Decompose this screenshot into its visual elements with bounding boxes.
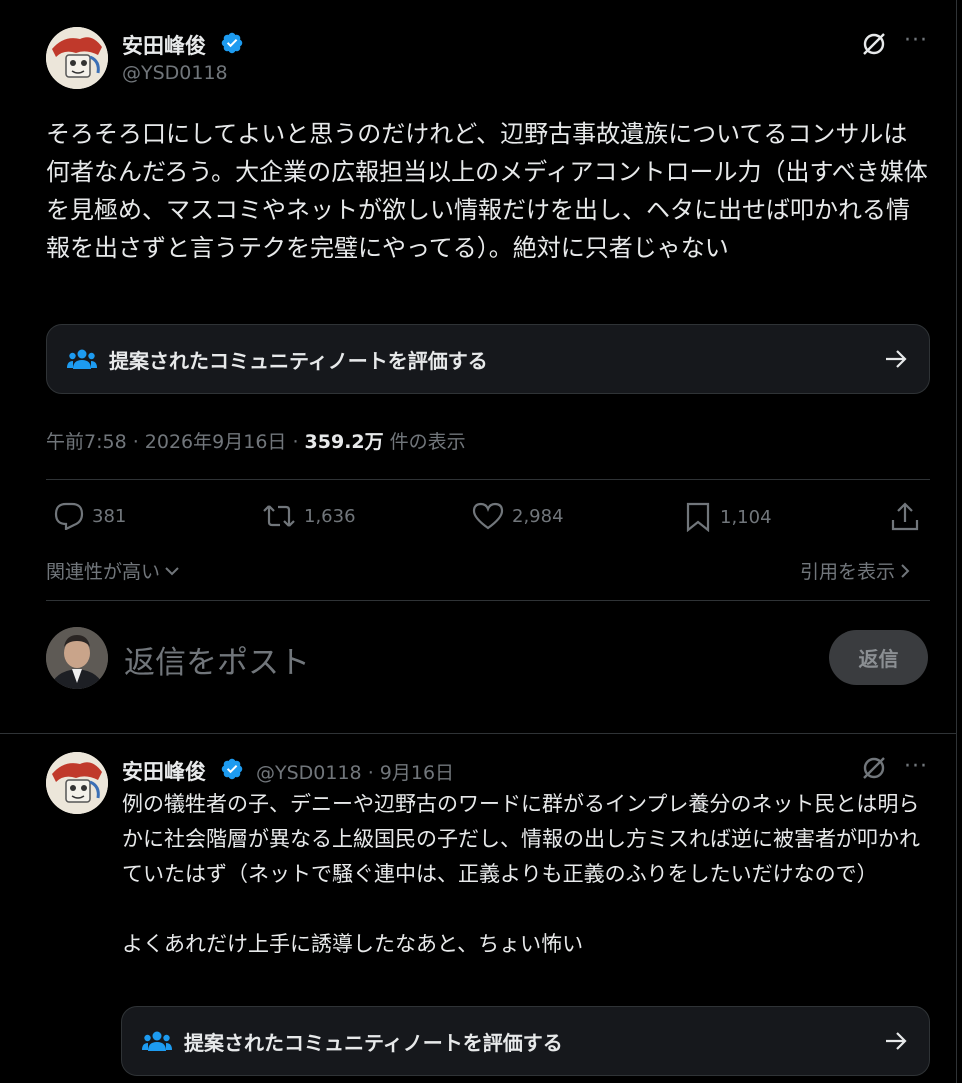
reply-author-name[interactable]: 安田峰俊 bbox=[122, 756, 206, 786]
arrow-right-icon bbox=[885, 1031, 907, 1051]
chevron-right-icon bbox=[899, 563, 911, 579]
author-avatar[interactable] bbox=[46, 27, 108, 89]
bookmark-icon bbox=[684, 502, 712, 532]
bookmark-action[interactable]: 1,104 bbox=[684, 502, 772, 532]
community-icon bbox=[142, 1029, 172, 1053]
view-quotes-link[interactable]: 引用を表示 bbox=[800, 557, 911, 584]
divider bbox=[0, 733, 957, 734]
community-note-button[interactable]: 提案されたコミュニティノートを評価する bbox=[46, 324, 930, 394]
views-suffix: 件の表示 bbox=[383, 431, 466, 453]
user-avatar[interactable] bbox=[46, 627, 108, 689]
reply-handle[interactable]: @YSD0118 bbox=[256, 762, 362, 784]
verified-badge-icon bbox=[220, 757, 244, 785]
divider bbox=[46, 600, 930, 601]
bookmark-count: 1,104 bbox=[720, 506, 772, 528]
more-options-icon[interactable]: ··· bbox=[904, 756, 928, 778]
sort-dropdown[interactable]: 関連性が高い bbox=[46, 557, 180, 584]
reply-icon bbox=[54, 502, 84, 530]
tweet-meta: 午前7:58 · 2026年9月16日 · 359.2万 件の表示 bbox=[46, 427, 466, 454]
repost-icon bbox=[262, 502, 296, 530]
share-icon bbox=[890, 500, 920, 532]
community-note-label: 提案されたコミュニティノートを評価する bbox=[109, 348, 488, 373]
community-icon bbox=[67, 347, 97, 371]
reply-date[interactable]: · 9月16日 bbox=[368, 762, 454, 784]
tweet-text: そろそろ口にしてよいと思うのだけれど、辺野古事故遺族についてるコンサルは何者なん… bbox=[46, 120, 928, 262]
chevron-down-icon bbox=[164, 565, 180, 577]
view-quotes-label: 引用を表示 bbox=[800, 561, 896, 583]
reply-author-avatar[interactable] bbox=[46, 752, 108, 814]
divider bbox=[46, 479, 930, 480]
reply-community-note-button[interactable]: 提案されたコミュニティノートを評価する bbox=[121, 1006, 930, 1076]
repost-count: 1,636 bbox=[304, 505, 356, 527]
reply-author-handle: @YSD0118 · 9月16日 bbox=[256, 758, 454, 785]
like-count: 2,984 bbox=[512, 505, 564, 527]
views-count: 359.2万 bbox=[304, 431, 384, 453]
heart-icon bbox=[472, 502, 504, 530]
sort-label: 関連性が高い bbox=[46, 561, 161, 583]
repost-action[interactable]: 1,636 bbox=[262, 502, 356, 530]
author-name[interactable]: 安田峰俊 bbox=[122, 30, 206, 60]
like-action[interactable]: 2,984 bbox=[472, 502, 564, 530]
author-handle[interactable]: @YSD0118 bbox=[122, 62, 228, 84]
more-options-icon[interactable]: ··· bbox=[904, 30, 928, 52]
reply-text: 例の犠牲者の子、デニーや辺野古のワードに群がるインプレ養分のネット民とは明らかに… bbox=[122, 792, 920, 956]
grok-icon[interactable] bbox=[858, 28, 890, 60]
reply-action[interactable]: 381 bbox=[54, 502, 126, 530]
community-note-label: 提案されたコミュニティノートを評価する bbox=[184, 1030, 563, 1055]
tweet-timestamp[interactable]: 午前7:58 · 2026年9月16日 · bbox=[46, 431, 305, 453]
reply-input[interactable]: 返信をポスト bbox=[124, 637, 310, 682]
reply-count: 381 bbox=[92, 505, 127, 527]
grok-icon[interactable] bbox=[858, 752, 890, 784]
tweet-detail-page: 安田峰俊 @YSD0118 ··· そろそろ口にしてよいと思うのだけれど、辺野古… bbox=[0, 0, 957, 1083]
arrow-right-icon bbox=[885, 349, 907, 369]
verified-badge-icon bbox=[220, 31, 244, 59]
share-action[interactable] bbox=[890, 500, 920, 532]
reply-button[interactable]: 返信 bbox=[829, 630, 928, 685]
